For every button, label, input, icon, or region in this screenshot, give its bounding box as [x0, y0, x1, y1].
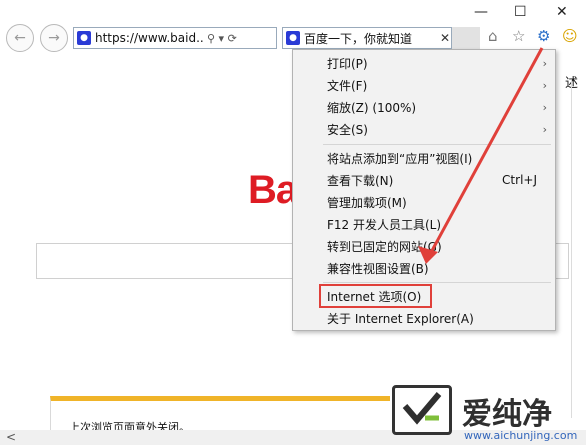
watermark-url: www.aichunjing.com	[464, 429, 578, 442]
check-logo-icon	[402, 392, 442, 425]
watermark-logo-icon	[392, 385, 452, 435]
watermark-brand: 爱纯净	[462, 397, 552, 432]
annotation-arrow-shaft	[426, 47, 544, 259]
annotation-arrow-head	[418, 246, 438, 264]
watermark: 爱纯净 www.aichunjing.com	[392, 385, 586, 445]
annotation-arrow	[418, 47, 544, 264]
